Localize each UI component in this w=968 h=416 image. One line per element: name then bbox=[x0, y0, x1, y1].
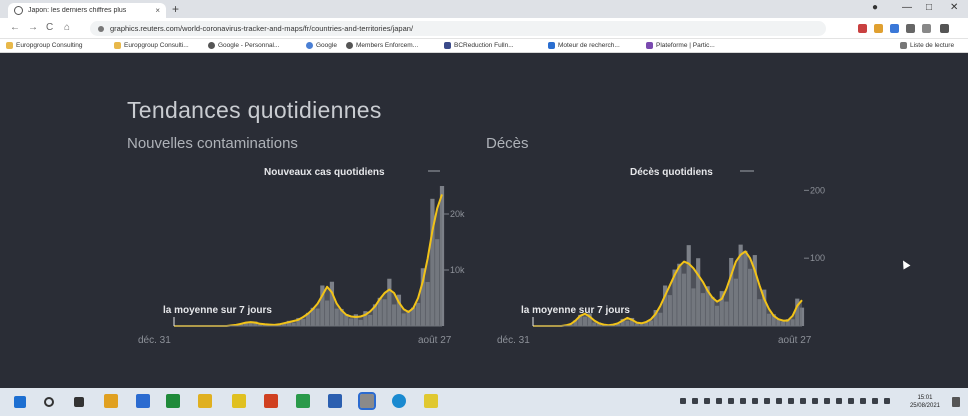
bookmark-item[interactable]: Google - Personnal... bbox=[208, 42, 279, 49]
tray-icon[interactable] bbox=[716, 398, 722, 404]
forward-button[interactable]: → bbox=[28, 22, 38, 33]
site-icon bbox=[444, 42, 451, 49]
extension-icon[interactable] bbox=[890, 24, 899, 33]
back-button[interactable]: ← bbox=[10, 22, 20, 33]
search-icon[interactable] bbox=[44, 397, 54, 407]
folder-icon bbox=[114, 42, 121, 49]
x-end-label: août 27 bbox=[778, 335, 812, 346]
puzzle-icon[interactable] bbox=[906, 24, 915, 33]
maximize-button[interactable]: □ bbox=[926, 2, 932, 13]
new-tab-button[interactable]: + bbox=[172, 2, 179, 16]
browser-tab-strip: Japon: les derniers chiffres plus × + ● … bbox=[0, 0, 968, 18]
daily-annotation: Décès quotidiens bbox=[630, 167, 713, 178]
site-icon bbox=[548, 42, 555, 49]
reading-list-button[interactable]: Liste de lecture bbox=[900, 42, 954, 49]
x-end-label: août 27 bbox=[418, 335, 452, 346]
bookmark-item[interactable]: Plateforme | Partic... bbox=[646, 42, 715, 49]
y-tick-label: 100 bbox=[810, 253, 825, 263]
daily-annotation: Nouveaux cas quotidiens bbox=[264, 167, 385, 178]
notification-icon[interactable] bbox=[952, 397, 960, 407]
extension-icon[interactable] bbox=[858, 24, 867, 33]
browser-tab[interactable]: Japon: les derniers chiffres plus × bbox=[8, 3, 166, 18]
tray-icon[interactable] bbox=[836, 398, 842, 404]
system-clock[interactable]: 15:01 25/08/2021 bbox=[910, 394, 940, 410]
bookmark-item[interactable]: Moteur de recherch... bbox=[548, 42, 620, 49]
tray-icon[interactable] bbox=[872, 398, 878, 404]
globe-icon bbox=[346, 42, 353, 49]
globe-icon bbox=[208, 42, 215, 49]
bookmark-item[interactable]: Google bbox=[306, 42, 337, 49]
average-annotation: la moyenne sur 7 jours bbox=[521, 305, 630, 316]
edge-icon[interactable] bbox=[392, 394, 406, 408]
charts-svg: 10k 20k déc. 31 août 27 Nouveaux cas quotidi… bbox=[138, 167, 825, 346]
tray-icon[interactable] bbox=[752, 398, 758, 404]
url-text: graphics.reuters.com/world-coronavirus-t… bbox=[110, 24, 414, 33]
tab-close-icon[interactable]: × bbox=[155, 6, 160, 15]
tab-title: Japon: les derniers chiffres plus bbox=[28, 7, 127, 14]
tray-icon[interactable] bbox=[800, 398, 806, 404]
chrome-icon[interactable] bbox=[358, 392, 376, 410]
average-annotation: la moyenne sur 7 jours bbox=[163, 305, 272, 316]
tray-icon[interactable] bbox=[884, 398, 890, 404]
google-icon bbox=[306, 42, 313, 49]
excel-icon[interactable] bbox=[166, 394, 180, 408]
windows-taskbar: 15:01 25/08/2021 bbox=[0, 388, 968, 416]
y-tick-label: 20k bbox=[450, 209, 465, 219]
windows-start-icon[interactable] bbox=[14, 396, 26, 408]
tray-icon[interactable] bbox=[788, 398, 794, 404]
clock-time: 15:01 bbox=[917, 395, 933, 401]
lock-icon bbox=[98, 25, 104, 32]
menu-icon[interactable] bbox=[940, 24, 949, 33]
bookmark-item[interactable]: Europgroup Consulti... bbox=[114, 42, 189, 49]
globe-icon bbox=[14, 6, 23, 15]
x-start-label: déc. 31 bbox=[497, 335, 530, 346]
reading-list-icon bbox=[900, 42, 907, 49]
word-icon[interactable] bbox=[328, 394, 342, 408]
tray-icon[interactable] bbox=[812, 398, 818, 404]
bookmark-item[interactable]: Europgroup Consulting bbox=[6, 42, 83, 49]
tray-icon[interactable] bbox=[740, 398, 746, 404]
tray-icon[interactable] bbox=[692, 398, 698, 404]
home-button[interactable]: ⌂ bbox=[64, 22, 70, 33]
extension-icon[interactable] bbox=[874, 24, 883, 33]
browser-toolbar: ← → C ⌂ graphics.reuters.com/world-coron… bbox=[0, 18, 968, 39]
profile-icon[interactable]: ● bbox=[872, 2, 878, 13]
bookmark-item[interactable]: Members Enforcem... bbox=[346, 42, 418, 49]
minimize-button[interactable]: — bbox=[902, 2, 912, 13]
notes-icon[interactable] bbox=[232, 394, 246, 408]
outlook-icon[interactable] bbox=[136, 394, 150, 408]
sticky-notes-icon[interactable] bbox=[424, 394, 438, 408]
tray-icon[interactable] bbox=[728, 398, 734, 404]
tray-icon[interactable] bbox=[848, 398, 854, 404]
tray-icon[interactable] bbox=[764, 398, 770, 404]
folder-icon bbox=[6, 42, 13, 49]
app-icon[interactable] bbox=[296, 394, 310, 408]
address-bar[interactable]: graphics.reuters.com/world-coronavirus-t… bbox=[90, 21, 826, 36]
tray-icon[interactable] bbox=[680, 398, 686, 404]
task-view-icon[interactable] bbox=[74, 397, 84, 407]
bookmarks-bar: Europgroup Consulting Europgroup Consult… bbox=[0, 39, 968, 53]
x-start-label: déc. 31 bbox=[138, 335, 171, 346]
tray-icon[interactable] bbox=[776, 398, 782, 404]
reuters-page: Tendances quotidiennes Nouvelles contami… bbox=[0, 54, 968, 388]
tray-icon[interactable] bbox=[704, 398, 710, 404]
y-tick-label: 10k bbox=[450, 265, 465, 275]
app-icon[interactable] bbox=[104, 394, 118, 408]
close-window-button[interactable]: ✕ bbox=[950, 2, 958, 13]
bookmark-item[interactable]: BCReduction Fulln... bbox=[444, 42, 514, 49]
tray-icon[interactable] bbox=[824, 398, 830, 404]
tray-icon[interactable] bbox=[860, 398, 866, 404]
account-icon[interactable] bbox=[922, 24, 931, 33]
reload-button[interactable]: C bbox=[46, 22, 53, 33]
site-icon bbox=[646, 42, 653, 49]
powerpoint-icon[interactable] bbox=[264, 394, 278, 408]
explorer-icon[interactable] bbox=[198, 394, 212, 408]
clock-date: 25/08/2021 bbox=[909, 403, 940, 409]
y-tick-label: 200 bbox=[810, 185, 825, 195]
